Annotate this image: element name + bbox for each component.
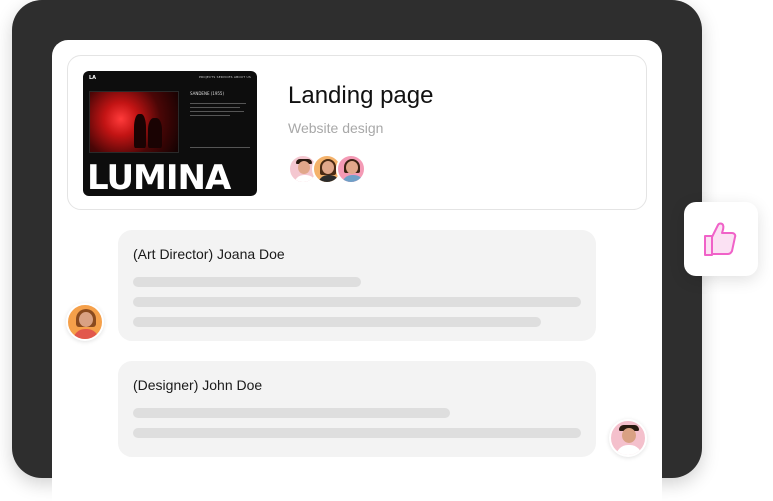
project-thumbnail[interactable]: LA PROJECTS SERVICES ABOUT US SANDENE (1… (83, 71, 257, 196)
comment-text-placeholder (133, 428, 581, 438)
avatar-body (294, 175, 316, 182)
thumbnail-divider (190, 147, 250, 148)
thumbnail-nav: PROJECTS SERVICES ABOUT US (198, 75, 251, 79)
figure-silhouette (134, 114, 146, 148)
avatar-woman-icon[interactable] (336, 154, 366, 184)
reaction-card[interactable] (684, 202, 758, 276)
comment-author: (Designer) John Doe (133, 377, 263, 393)
thumbnail-text-line (190, 111, 244, 112)
project-card[interactable]: LA PROJECTS SERVICES ABOUT US SANDENE (1… (67, 55, 647, 210)
thumbnail-topbar: LA PROJECTS SERVICES ABOUT US (89, 75, 251, 81)
avatar-head (298, 161, 310, 174)
project-title: Landing page (288, 82, 434, 109)
thumbnail-text-line (190, 103, 246, 104)
avatar-body (318, 175, 340, 182)
thumbnail-text-line (190, 107, 240, 108)
avatar-head (346, 161, 358, 174)
avatar-head (622, 428, 636, 443)
figure-silhouette (148, 118, 162, 148)
comment-text-placeholder (133, 297, 581, 307)
comment-bubble[interactable]: (Designer) John Doe (118, 361, 596, 457)
avatar-body (342, 175, 364, 182)
thumbnail-text-line (190, 115, 230, 116)
project-subtitle: Website design (288, 120, 384, 136)
thumbnail-brand-word: LUMINA (87, 158, 231, 196)
thumbnail-logo: LA (89, 75, 97, 81)
comment-bubble[interactable]: (Art Director) Joana Doe (118, 230, 596, 341)
thumbnail-hero-image (89, 91, 179, 153)
thumbs-up-icon[interactable] (701, 219, 741, 259)
app-screen: LA PROJECTS SERVICES ABOUT US SANDENE (1… (52, 40, 662, 501)
comment-author: (Art Director) Joana Doe (133, 246, 285, 262)
comment-text-placeholder (133, 277, 361, 287)
avatar-head (79, 312, 93, 327)
avatar-head (322, 161, 334, 174)
comment-text-placeholder (133, 408, 450, 418)
thumbnail-meta-title: SANDENE (1955) (190, 91, 225, 96)
comment-text-placeholder (133, 317, 541, 327)
commenter-avatar-john[interactable] (609, 419, 647, 457)
commenter-avatar-joana[interactable] (66, 303, 104, 341)
